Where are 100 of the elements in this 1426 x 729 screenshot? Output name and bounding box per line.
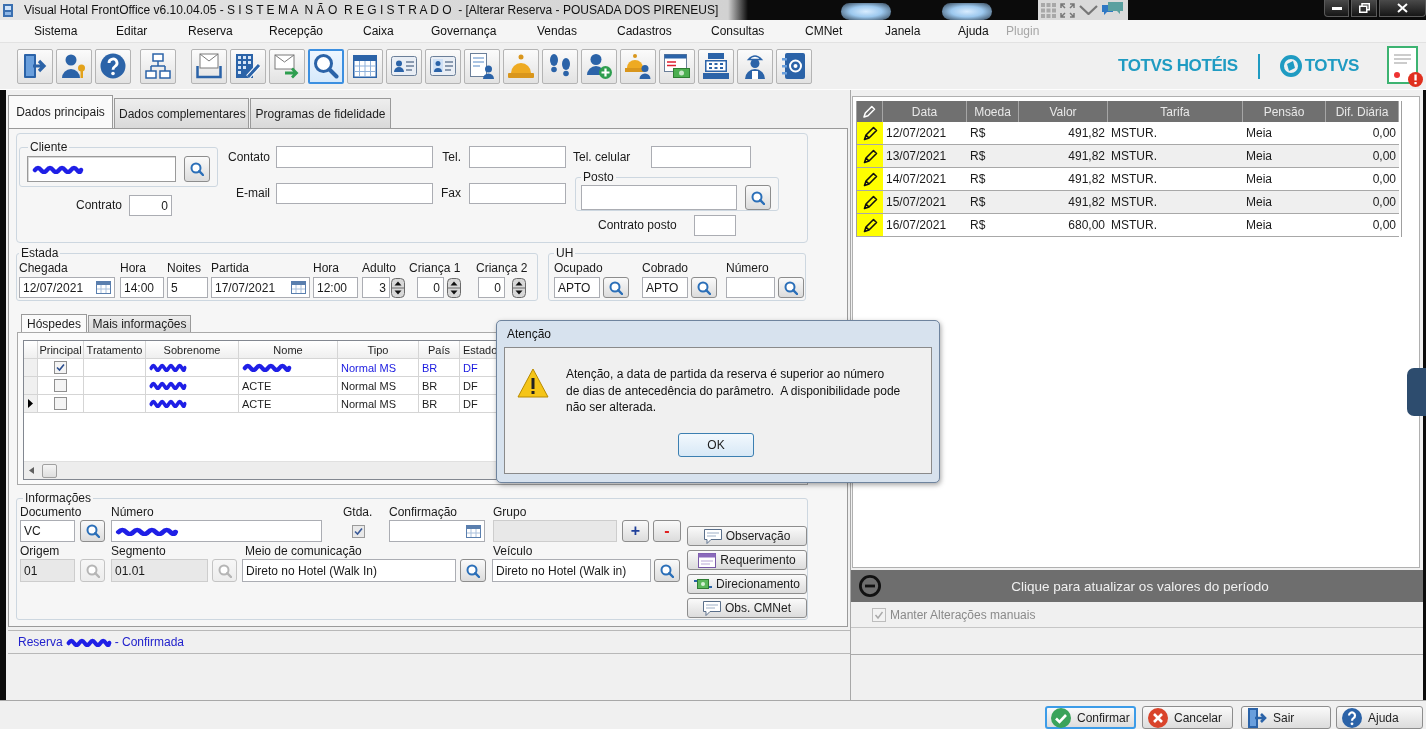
menu-item[interactable]: Janela: [879, 21, 952, 41]
spin-button[interactable]: [447, 277, 461, 298]
menu-item[interactable]: Editar: [110, 21, 182, 41]
tab[interactable]: Dados complementares: [114, 98, 249, 128]
calendar-icon[interactable]: [96, 281, 111, 294]
menu-item[interactable]: Sistema: [28, 21, 110, 41]
date-field[interactable]: 12/07/2021: [19, 277, 115, 298]
column-header[interactable]: [857, 101, 883, 122]
tab[interactable]: Mais informações: [88, 315, 191, 332]
tab[interactable]: Programas de fidelidade: [250, 98, 391, 128]
text-field[interactable]: 14:00: [120, 277, 164, 298]
text-field[interactable]: [27, 156, 176, 182]
toolbar-button[interactable]: [347, 48, 383, 84]
text-field[interactable]: [276, 146, 433, 168]
toolbar-button[interactable]: [581, 48, 617, 84]
column-header[interactable]: Sobrenome: [146, 341, 239, 359]
search-button[interactable]: [691, 277, 717, 298]
toolbar-button[interactable]: [620, 48, 656, 84]
search-button[interactable]: [603, 277, 629, 298]
document-alert-icon[interactable]: [1387, 45, 1423, 87]
menu-item[interactable]: Caixa: [357, 21, 425, 41]
search-button[interactable]: [654, 559, 680, 582]
menu-item[interactable]: Consultas: [705, 21, 799, 41]
edit-marker-cell[interactable]: [857, 214, 883, 237]
minimize-button[interactable]: [1324, 0, 1349, 17]
action-button[interactable]: Confirmar: [1045, 706, 1136, 729]
text-field[interactable]: [276, 183, 433, 204]
action-button[interactable]: Cancelar: [1142, 706, 1233, 729]
menu-item[interactable]: Vendas: [531, 21, 611, 41]
number-field[interactable]: 0: [417, 277, 444, 298]
number-field[interactable]: 0: [478, 277, 505, 298]
checkbox[interactable]: [54, 379, 67, 392]
restore-button[interactable]: [1351, 0, 1377, 17]
column-header[interactable]: Principal: [38, 341, 84, 359]
edit-marker-cell[interactable]: [857, 145, 883, 168]
edit-marker-cell[interactable]: [857, 122, 883, 145]
refresh-bar[interactable]: Clique para atualizar os valores do período: [851, 570, 1423, 602]
column-header[interactable]: Valor: [1019, 101, 1108, 122]
column-header[interactable]: Nome: [239, 341, 338, 359]
text-field[interactable]: 12:00: [313, 277, 358, 298]
toolbar-button[interactable]: [56, 48, 92, 84]
row-header[interactable]: [24, 395, 38, 413]
column-header[interactable]: País: [419, 341, 460, 359]
toolbar-button[interactable]: [308, 48, 344, 84]
menu-item[interactable]: Recepção: [263, 21, 357, 41]
toolbar-button[interactable]: [542, 48, 578, 84]
menu-item[interactable]: Reserva: [182, 21, 263, 41]
toolbar-button[interactable]: [230, 48, 266, 84]
menu-item[interactable]: Cadastros: [611, 21, 705, 41]
checkbox[interactable]: [352, 524, 365, 538]
text-field[interactable]: [469, 183, 566, 204]
toolbar-button[interactable]: [698, 48, 734, 84]
edit-marker-cell[interactable]: [857, 191, 883, 214]
toolbar-button[interactable]: [464, 48, 500, 84]
form-button[interactable]: Observação: [687, 526, 807, 546]
form-button[interactable]: Requerimento: [687, 550, 807, 570]
column-header[interactable]: Tratamento: [84, 341, 146, 359]
text-field[interactable]: [581, 185, 737, 210]
menu-item[interactable]: CMNet: [799, 21, 879, 41]
toolbar-button[interactable]: [191, 48, 227, 84]
scrollbar-thumb[interactable]: [42, 463, 57, 478]
calendar-icon[interactable]: [466, 524, 481, 538]
toolbar-button[interactable]: [140, 48, 176, 84]
toolbar-button[interactable]: [659, 48, 695, 84]
side-panel-tab[interactable]: [1407, 368, 1426, 416]
search-button[interactable]: [745, 185, 771, 210]
text-field[interactable]: Direto no Hotel (Walk in): [492, 559, 651, 582]
action-button[interactable]: Ajuda: [1336, 706, 1423, 729]
expand-icon[interactable]: [1060, 2, 1075, 18]
menu-item[interactable]: Governança: [425, 21, 531, 41]
tab[interactable]: Hóspedes: [21, 314, 87, 332]
close-button[interactable]: [1379, 0, 1426, 17]
search-button[interactable]: [184, 156, 210, 182]
text-field[interactable]: 0: [129, 195, 172, 216]
column-header[interactable]: Tipo: [338, 341, 419, 359]
action-button[interactable]: Sair: [1241, 706, 1331, 729]
add-button[interactable]: +: [622, 520, 649, 542]
toolbar-button[interactable]: [425, 48, 461, 84]
text-field[interactable]: APTO: [554, 277, 600, 298]
column-header[interactable]: Moeda: [967, 101, 1019, 122]
menu-item[interactable]: Ajuda: [952, 21, 1000, 41]
search-button[interactable]: [80, 520, 105, 542]
toolbar-button[interactable]: [776, 48, 812, 84]
remove-button[interactable]: -: [653, 520, 681, 542]
text-field[interactable]: [469, 146, 566, 168]
checkbox[interactable]: [54, 361, 67, 374]
column-header[interactable]: Data: [883, 101, 967, 122]
toolbar-button[interactable]: [17, 48, 53, 84]
form-button[interactable]: Obs. CMNet: [687, 598, 807, 618]
text-field[interactable]: APTO: [642, 277, 688, 298]
form-button[interactable]: Direcionamento: [687, 574, 807, 594]
text-field[interactable]: [651, 146, 751, 168]
date-field[interactable]: [389, 520, 485, 542]
toolbar-button[interactable]: [386, 48, 422, 84]
text-field[interactable]: [726, 277, 775, 298]
text-field[interactable]: 5: [167, 277, 208, 298]
edit-marker-cell[interactable]: [857, 168, 883, 191]
text-field[interactable]: VC: [20, 520, 75, 542]
ok-button[interactable]: OK: [678, 432, 754, 457]
spin-button[interactable]: [512, 277, 526, 298]
